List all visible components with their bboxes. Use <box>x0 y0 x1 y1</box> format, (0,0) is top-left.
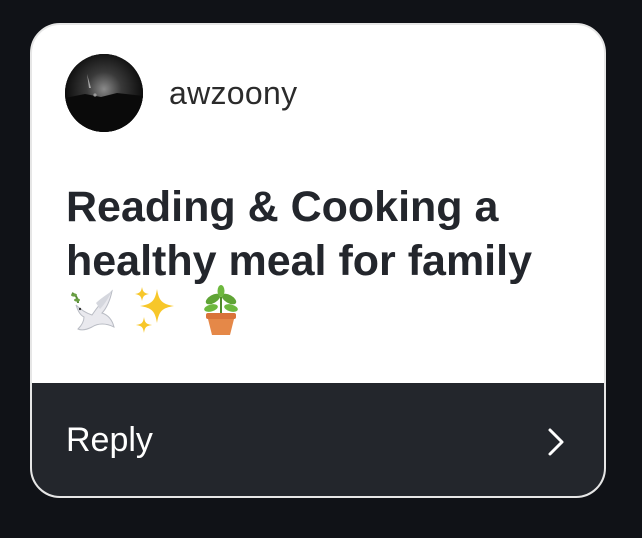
message-text: Reading & Cooking a healthy meal for fam… <box>66 183 532 285</box>
story-reply-card: awzoony Reading & Cooking a healthy meal… <box>30 23 606 498</box>
potted-plant-emoji-icon <box>204 285 238 335</box>
chevron-right-icon <box>548 428 564 456</box>
sparkles-emoji-icon <box>135 287 174 333</box>
emoji-row <box>66 283 248 337</box>
avatar[interactable] <box>65 54 143 132</box>
dove-emoji-icon <box>71 289 115 331</box>
reply-label: Reply <box>66 421 153 459</box>
profile-header: awzoony <box>65 54 297 132</box>
username[interactable]: awzoony <box>169 75 297 112</box>
night-landscape-icon <box>65 54 143 132</box>
reply-button[interactable]: Reply <box>32 383 604 496</box>
